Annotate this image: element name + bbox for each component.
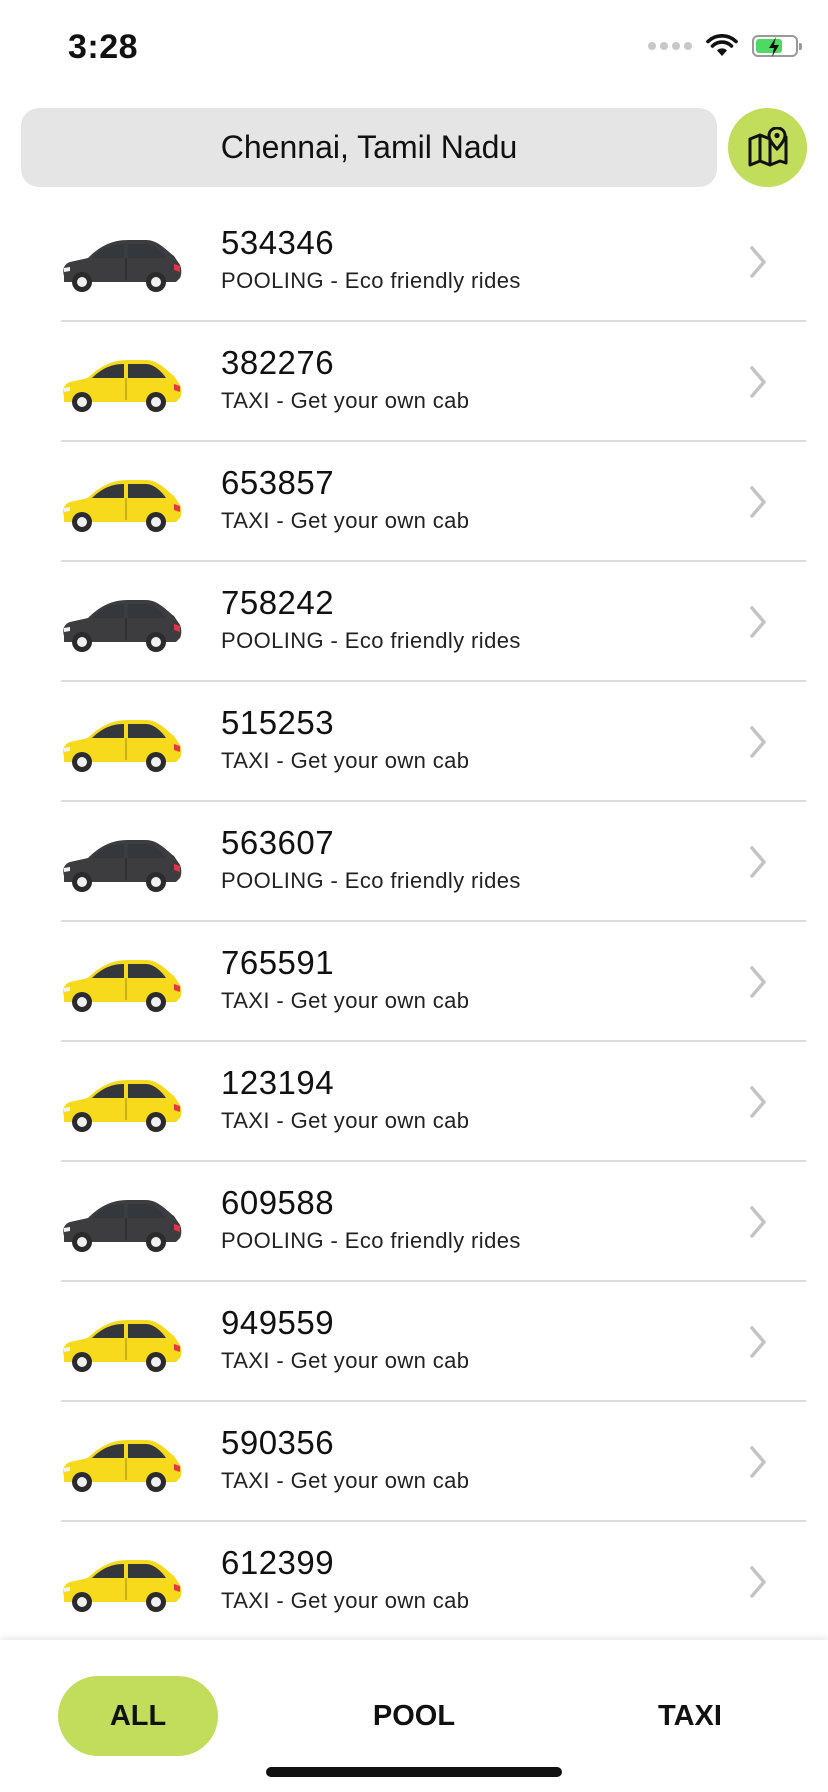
ride-id: 765591 [221,944,335,981]
chevron-right-icon [750,726,766,758]
ride-description: POOLING - Eco friendly rides [221,628,521,653]
ride-description: TAXI - Get your own cab [221,388,470,413]
ride-description: POOLING - Eco friendly rides [221,868,521,893]
car-icon [63,360,182,412]
chevron-right-icon [750,1566,766,1598]
chevron-right-icon [750,846,766,878]
ride-list-item[interactable]: 653857 TAXI - Get your own cab [0,442,828,562]
chevron-right-icon [750,366,766,398]
car-icon [63,840,182,892]
ride-description: TAXI - Get your own cab [221,988,470,1013]
home-indicator [266,1767,562,1777]
chevron-right-icon [750,246,766,278]
car-icon [63,1320,182,1372]
ride-description: TAXI - Get your own cab [221,1588,470,1613]
car-icon [63,1440,182,1492]
map-pin-icon [748,126,787,166]
ride-id: 515253 [221,704,335,741]
car-icon [63,1200,182,1252]
car-icon [63,240,182,292]
wifi-icon [706,34,738,56]
ride-description: TAXI - Get your own cab [221,748,470,773]
chevron-right-icon [750,966,766,998]
chevron-right-icon [750,606,766,638]
ride-id: 612399 [221,1544,335,1581]
car-icon [63,960,182,1012]
chevron-right-icon [750,1206,766,1238]
car-icon [63,480,182,532]
tab-pool[interactable]: POOL [334,1676,494,1756]
ride-list-item[interactable]: 563607 POOLING - Eco friendly rides [0,802,828,922]
ride-id: 609588 [221,1184,335,1221]
chevron-right-icon [750,1086,766,1118]
ride-list: 534346 POOLING - Eco friendly rides 3822… [0,202,828,1642]
ride-id: 563607 [221,824,335,861]
signal-icon [648,42,692,50]
chevron-right-icon [750,486,766,518]
ride-list-item[interactable]: 123194 TAXI - Get your own cab [0,1042,828,1162]
map-button[interactable] [728,108,807,187]
tab-all[interactable]: ALL [58,1676,218,1756]
ride-list-item[interactable]: 534346 POOLING - Eco friendly rides [0,202,828,322]
chevron-right-icon [750,1326,766,1358]
status-time: 3:28 [68,28,139,66]
battery-charging-icon [752,35,802,57]
ride-id: 758242 [221,584,335,621]
ride-id: 123194 [221,1064,335,1101]
ride-description: POOLING - Eco friendly rides [221,268,521,293]
ride-list-item[interactable]: 609588 POOLING - Eco friendly rides [0,1162,828,1282]
ride-description: TAXI - Get your own cab [221,1468,470,1493]
bottom-tab-bar: ALL POOL TAXI [0,1640,828,1792]
ride-description: TAXI - Get your own cab [221,1348,470,1373]
car-icon [63,1560,182,1612]
status-icons [648,34,802,58]
ride-id: 382276 [221,344,335,381]
location-search-bar[interactable]: Chennai, Tamil Nadu [21,108,717,187]
ride-list-item[interactable]: 382276 TAXI - Get your own cab [0,322,828,442]
status-bar: 3:28 [0,0,828,100]
ride-list-item[interactable]: 515253 TAXI - Get your own cab [0,682,828,802]
ride-id: 653857 [221,464,335,501]
car-icon [63,600,182,652]
ride-list-item[interactable]: 590356 TAXI - Get your own cab [0,1402,828,1522]
ride-list-item[interactable]: 758242 POOLING - Eco friendly rides [0,562,828,682]
ride-description: POOLING - Eco friendly rides [221,1228,521,1253]
ride-id: 590356 [221,1424,335,1461]
ride-list-item[interactable]: 949559 TAXI - Get your own cab [0,1282,828,1402]
ride-list-item[interactable]: 765591 TAXI - Get your own cab [0,922,828,1042]
tab-taxi[interactable]: TAXI [610,1676,770,1756]
car-icon [63,1080,182,1132]
ride-id: 949559 [221,1304,335,1341]
ride-list-item[interactable]: 612399 TAXI - Get your own cab [0,1522,828,1642]
ride-description: TAXI - Get your own cab [221,508,470,533]
chevron-right-icon [750,1446,766,1478]
ride-description: TAXI - Get your own cab [221,1108,470,1133]
ride-id: 534346 [221,224,335,261]
car-icon [63,720,182,772]
